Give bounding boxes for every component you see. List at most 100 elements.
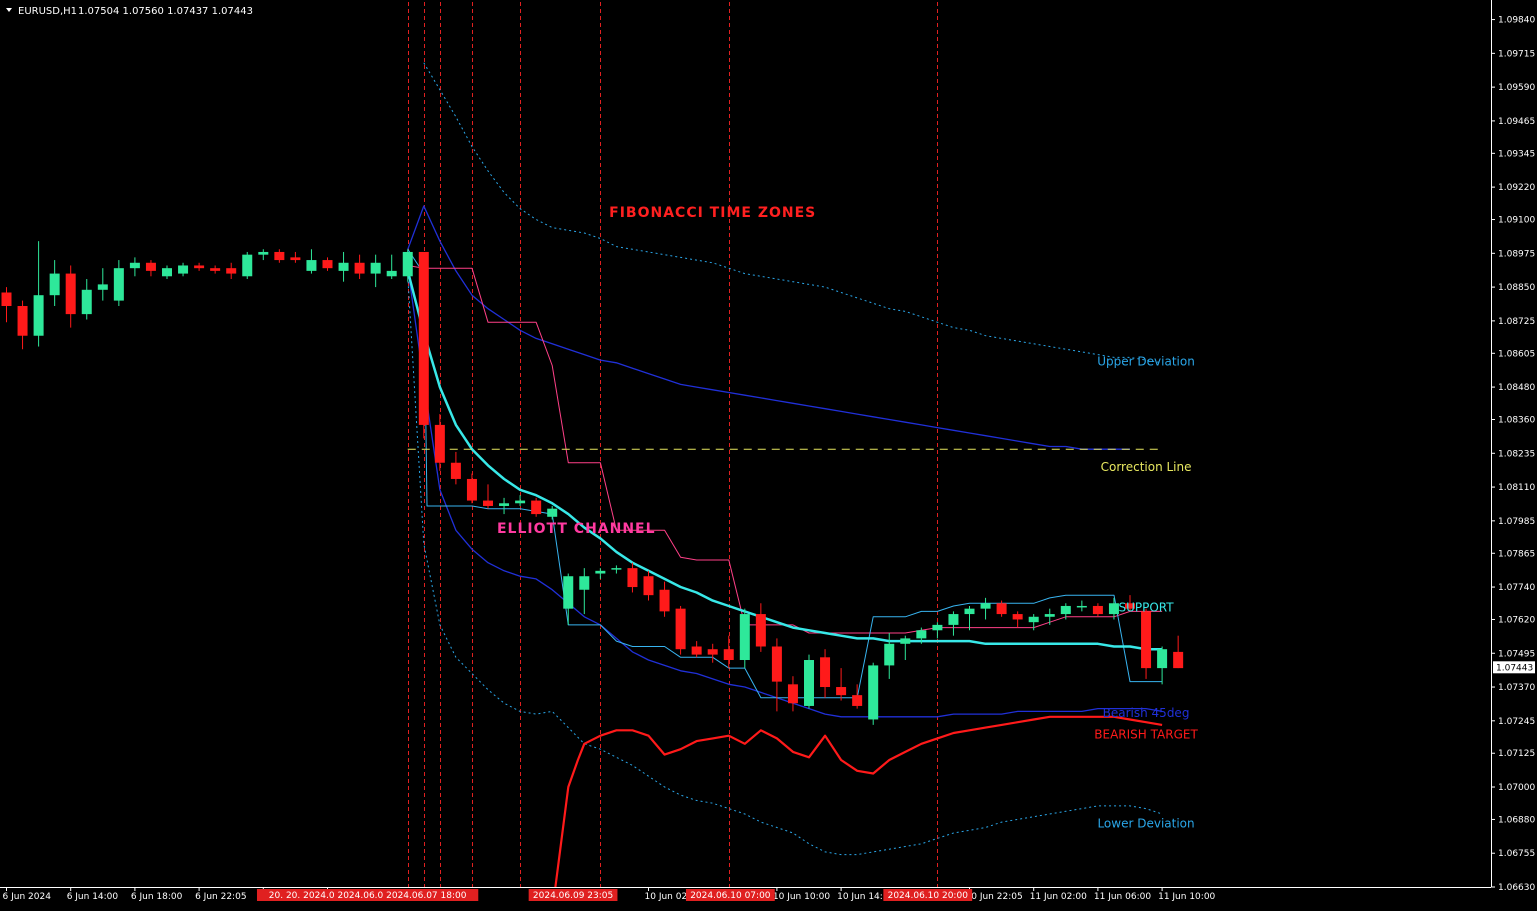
candle-body[interactable]: [1028, 616, 1039, 623]
candle-body[interactable]: [1, 292, 12, 307]
candle-body[interactable]: [675, 608, 686, 650]
candle-body[interactable]: [1044, 614, 1055, 617]
candle-body[interactable]: [771, 646, 782, 682]
candle-body[interactable]: [226, 268, 237, 274]
y-tick-label: 1.07985: [1498, 517, 1535, 527]
candle-body[interactable]: [370, 262, 381, 274]
candle-body[interactable]: [499, 503, 510, 506]
candle-body[interactable]: [483, 500, 493, 506]
candle-body[interactable]: [804, 660, 814, 706]
y-tick-label: 1.07495: [1498, 649, 1535, 659]
y-tick-label: 1.07245: [1498, 717, 1535, 727]
candle-body[interactable]: [450, 462, 461, 479]
candle-body[interactable]: [691, 646, 702, 655]
candle-body[interactable]: [1173, 651, 1184, 669]
candle-body[interactable]: [306, 260, 317, 271]
candle-body[interactable]: [1012, 614, 1023, 620]
y-tick-label: 1.08975: [1498, 249, 1535, 259]
candle-body[interactable]: [739, 614, 750, 661]
candle-body[interactable]: [787, 684, 798, 704]
candle[interactable]: [804, 654, 814, 709]
candle-body[interactable]: [563, 576, 574, 609]
candle-body[interactable]: [49, 273, 60, 296]
candle-body[interactable]: [868, 665, 879, 720]
candle[interactable]: [418, 251, 429, 439]
candle-body[interactable]: [402, 251, 413, 277]
candle-body[interactable]: [707, 649, 718, 655]
candle[interactable]: [242, 251, 253, 279]
candle-body[interactable]: [755, 614, 766, 647]
candle-body[interactable]: [515, 500, 526, 504]
candle-body[interactable]: [338, 262, 349, 271]
candle-body[interactable]: [1060, 605, 1071, 615]
candle-body[interactable]: [418, 251, 429, 425]
candle-body[interactable]: [65, 273, 76, 315]
candle-body[interactable]: [386, 270, 397, 277]
candle-body[interactable]: [242, 254, 253, 277]
candle-body[interactable]: [595, 570, 606, 574]
candle-body[interactable]: [162, 268, 172, 277]
candle-body[interactable]: [820, 657, 831, 688]
candle-body[interactable]: [900, 638, 911, 644]
candle-body[interactable]: [723, 649, 734, 661]
candle[interactable]: [675, 605, 686, 655]
candle-body[interactable]: [643, 576, 654, 596]
ohlc-readout: 1.07504 1.07560 1.07437 1.07443: [78, 6, 253, 17]
y-tick-label: 1.08605: [1498, 349, 1535, 359]
candle-body[interactable]: [354, 262, 365, 274]
candle-body[interactable]: [547, 508, 558, 517]
candle-body[interactable]: [1157, 649, 1168, 669]
candle-body[interactable]: [932, 624, 943, 631]
candle-body[interactable]: [884, 643, 895, 666]
candle-body[interactable]: [274, 251, 285, 261]
chart-header[interactable]: EURUSD,H1 1.07504 1.07560 1.07437 1.0744…: [6, 6, 253, 17]
candle[interactable]: [868, 662, 879, 725]
candle-body[interactable]: [145, 262, 156, 271]
candle-body[interactable]: [980, 603, 991, 609]
candle-body[interactable]: [1108, 603, 1119, 615]
elliott-channel-label: ELLIOTT CHANNEL: [497, 521, 656, 537]
candle-body[interactable]: [113, 268, 124, 301]
candle-body[interactable]: [964, 608, 975, 615]
candle-body[interactable]: [996, 603, 1007, 615]
candle-body[interactable]: [1076, 605, 1087, 608]
candle-body[interactable]: [531, 500, 542, 515]
candle-body[interactable]: [17, 306, 28, 336]
fib-time-tag: 2024.06.10 20:00: [883, 889, 973, 901]
candle-body[interactable]: [916, 630, 927, 639]
candle-body[interactable]: [579, 576, 590, 590]
x-tick-label: 6 Jun 22:05: [195, 892, 246, 902]
candle-body[interactable]: [466, 478, 477, 501]
x-tick-label: 10 Jun 10:00: [773, 892, 830, 902]
candle-body[interactable]: [627, 568, 638, 588]
price-chart[interactable]: FIBONACCI TIME ZONES ELLIOTT CHANNEL Upper…: [0, 0, 1537, 907]
candle-body[interactable]: [33, 295, 44, 336]
candle-body[interactable]: [1141, 611, 1152, 669]
x-tick-label: 6 Jun 2024: [3, 892, 52, 902]
candle-body[interactable]: [97, 284, 108, 290]
candle-body[interactable]: [659, 589, 670, 612]
candle-body[interactable]: [1092, 605, 1103, 615]
candle-body[interactable]: [611, 568, 622, 570]
candle-body[interactable]: [948, 614, 959, 625]
candle-body[interactable]: [81, 289, 92, 315]
candle-body[interactable]: [129, 262, 140, 269]
candle-body[interactable]: [852, 695, 863, 706]
support-label: SUPPORT: [1118, 600, 1174, 614]
candle-body[interactable]: [178, 265, 189, 274]
candle-body[interactable]: [210, 268, 221, 271]
candle[interactable]: [531, 497, 542, 517]
candle-body[interactable]: [194, 265, 205, 269]
bearish-target-label: BEARISH TARGET: [1094, 727, 1198, 741]
chart-background: [0, 0, 1537, 907]
candle-body[interactable]: [434, 424, 445, 463]
candle[interactable]: [739, 608, 750, 669]
fib-time-tag: 2024.06.09 23:05: [528, 889, 618, 901]
lower-deviation-label: Lower Deviation: [1097, 817, 1194, 831]
candle-body[interactable]: [290, 257, 301, 261]
candle-body[interactable]: [836, 687, 847, 696]
candle-body[interactable]: [322, 260, 333, 269]
chart-canvas[interactable]: FIBONACCI TIME ZONES ELLIOTT CHANNEL Upper…: [0, 0, 1537, 907]
candle-body[interactable]: [258, 251, 269, 255]
fib-time-tag: 20. 20. 2024.0 2024.06.0 2024.06.07 18:0…: [256, 889, 479, 901]
